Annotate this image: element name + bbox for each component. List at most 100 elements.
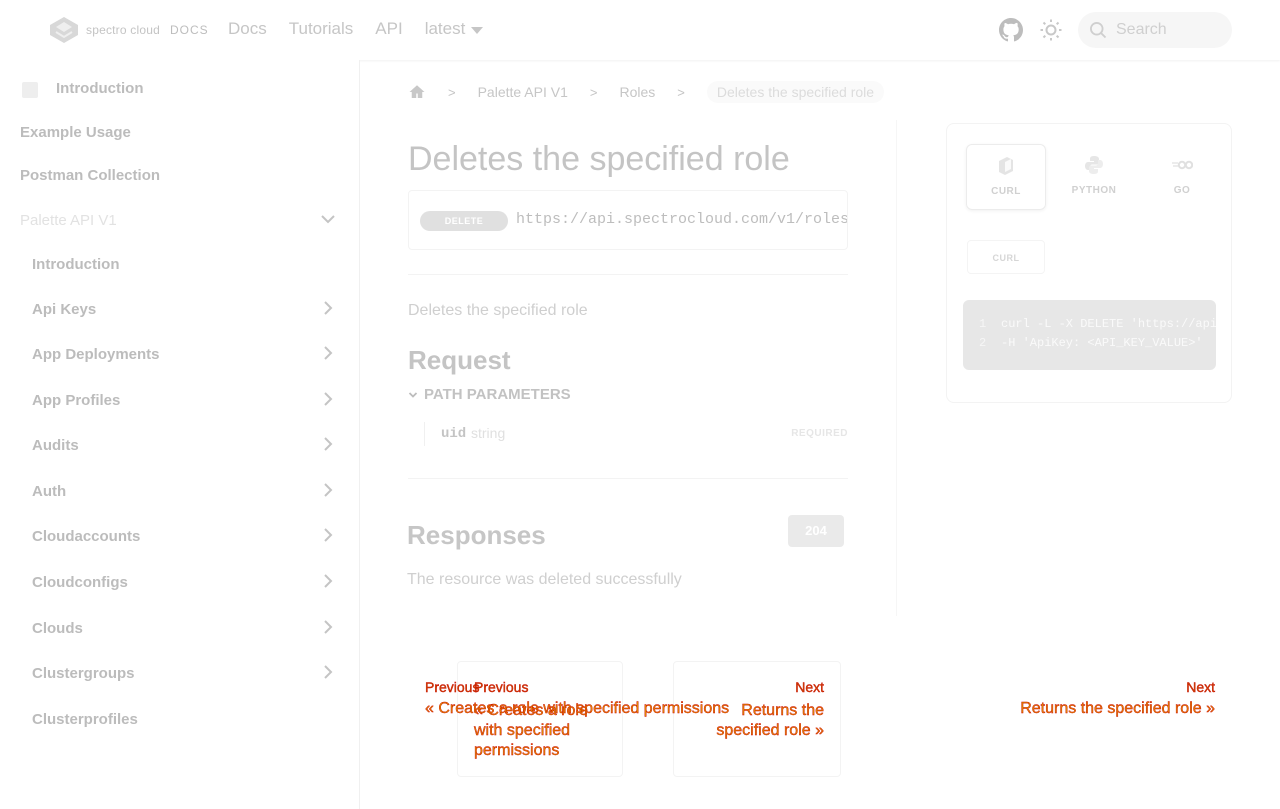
sidebar-item-label: Clouds <box>32 620 83 637</box>
parameter-required-badge: REQUIRED <box>791 428 848 439</box>
pagination-next-title: Returns the specified role » <box>1020 700 1215 717</box>
chevron-right-icon[interactable] <box>318 617 338 637</box>
lang-tab-curl[interactable]: CURL <box>966 144 1046 210</box>
breadcrumb-separator-icon: > <box>448 84 456 100</box>
code-text: curl -L -X DELETE 'https://api.spectrocl… <box>1001 317 1216 331</box>
path-parameters-heading: PATH PARAMETERS <box>424 386 571 403</box>
logo-text: spectro cloud <box>86 23 160 37</box>
curl-icon <box>999 157 1013 175</box>
nav-links: Docs Tutorials API latest <box>228 19 484 39</box>
status-code-tab[interactable]: 204 <box>788 515 844 547</box>
version-dropdown[interactable]: latest <box>425 19 484 39</box>
sidebar-item-label: App Deployments <box>32 346 160 363</box>
code-variant-tab-curl[interactable]: CURL <box>967 240 1045 274</box>
line-number: 2 <box>979 336 987 350</box>
pagination-next-label: Next <box>1186 679 1215 695</box>
lang-tab-label: CURL <box>991 186 1021 197</box>
nav-link-tutorials[interactable]: Tutorials <box>289 19 354 39</box>
lang-tab-go[interactable]: GO <box>1142 144 1222 210</box>
pagination-card-previous[interactable]: Previous « Creates a role with specified… <box>457 661 623 777</box>
search-input[interactable] <box>1116 21 1226 39</box>
breadcrumb-item-roles[interactable]: Roles <box>619 84 655 100</box>
chevron-down-icon[interactable] <box>318 209 338 229</box>
endpoint-box: DELETE https://api.spectrocloud.com/v1/r… <box>408 190 848 250</box>
sidebar-item-label: Auth <box>32 483 67 500</box>
pagination-card-previous-label: Previous <box>474 679 529 695</box>
breadcrumb: > Palette API V1 > Roles > Deletes the s… <box>408 80 885 104</box>
top-navbar: spectro cloud DOCS Docs Tutorials API la… <box>0 0 1280 60</box>
responses-heading: Responses <box>407 520 546 550</box>
breadcrumb-current: Deletes the specified role <box>706 81 885 103</box>
chevron-right-icon[interactable] <box>318 480 338 500</box>
sidebar-item-label: Cloudaccounts <box>32 528 141 545</box>
theme-toggle-button[interactable] <box>1038 17 1064 43</box>
github-icon <box>999 18 1023 42</box>
sidebar-item-label: App Profiles <box>32 392 121 409</box>
parameter-row: uid string REQUIRED <box>424 422 848 446</box>
pagination-previous-title: « Creates a role with specified permissi… <box>425 700 730 717</box>
pagination-card-next[interactable]: Next Returns the specified role » <box>673 661 841 777</box>
path-parameters-toggle[interactable]: PATH PARAMETERS <box>408 386 571 403</box>
divider <box>408 274 848 275</box>
checkbox-icon <box>22 82 38 98</box>
nav-right <box>998 12 1232 48</box>
page-title: Deletes the specified role <box>408 140 790 178</box>
code-line: 1 curl -L -X DELETE 'https://api.spectroc… <box>963 317 1216 331</box>
line-number: 1 <box>979 317 987 331</box>
code-line: 2 -H 'ApiKey: <API_KEY_VALUE>' <box>963 336 1203 350</box>
github-button[interactable] <box>998 17 1024 43</box>
sun-icon <box>1040 19 1062 41</box>
home-icon[interactable] <box>408 83 426 101</box>
breadcrumb-separator-icon: > <box>589 84 598 100</box>
sidebar-item-label: Api Keys <box>32 301 97 318</box>
chevron-down-icon <box>408 391 418 398</box>
version-label: latest <box>424 19 466 38</box>
chevron-right-icon[interactable] <box>318 343 338 363</box>
logo-docs-label: DOCS <box>169 23 209 37</box>
sidebar-item-label: Cloudconfigs <box>32 574 128 591</box>
chevron-right-icon[interactable] <box>318 571 338 591</box>
nav-link-docs[interactable]: Docs <box>228 19 267 39</box>
chevron-right-icon[interactable] <box>318 525 338 545</box>
breadcrumb-separator-icon: > <box>677 84 685 100</box>
chevron-right-icon[interactable] <box>318 662 338 682</box>
column-divider <box>896 120 897 616</box>
sidebar-item-label: Clustergroups <box>32 665 135 682</box>
sidebar-item-label: Audits <box>32 437 79 454</box>
pagination-card-next-label: Next <box>795 679 824 695</box>
sidebar-item-label: Introduction <box>56 80 144 97</box>
code-samples-panel: CURL PYTHON GO CURL 1 curl -L -X DELETE '… <box>946 123 1232 403</box>
sidebar-item-label: Introduction <box>32 256 120 273</box>
go-icon <box>1172 160 1194 170</box>
python-icon <box>1085 156 1103 174</box>
sidebar-item-label: Postman Collection <box>20 167 161 184</box>
parameter-name: uid <box>441 426 467 442</box>
sidebar-item-label: Palette API V1 <box>20 212 117 229</box>
nav-link-api[interactable]: API <box>375 19 402 39</box>
caret-down-icon <box>471 27 484 34</box>
search-box[interactable] <box>1078 12 1232 48</box>
request-heading: Request <box>408 345 511 375</box>
parameter-type: string <box>471 425 506 441</box>
logo[interactable]: spectro cloud DOCS <box>48 15 209 45</box>
spectro-cloud-logo-icon <box>50 17 78 43</box>
pagination-previous-label: Previous <box>425 679 480 695</box>
chevron-right-icon[interactable] <box>318 434 338 454</box>
sidebar: Introduction Example Usage Postman Colle… <box>0 60 360 809</box>
search-icon <box>1090 22 1107 39</box>
chevron-right-icon[interactable] <box>318 389 338 409</box>
lang-tab-label: GO <box>1173 185 1191 196</box>
code-block: 1 curl -L -X DELETE 'https://api.spectroc… <box>963 300 1216 370</box>
endpoint-description: Deletes the specified role <box>408 302 588 319</box>
lang-tab-label: PYTHON <box>1071 185 1117 196</box>
sidebar-item-label: Example Usage <box>20 124 131 141</box>
method-badge: DELETE <box>420 211 508 231</box>
breadcrumb-item-palette-api-v1[interactable]: Palette API V1 <box>478 84 568 100</box>
response-description: The resource was deleted successfully <box>407 571 682 588</box>
sidebar-item-label: Clusterprofiles <box>32 711 138 728</box>
endpoint-url: https://api.spectrocloud.com/v1/roles/:u… <box>516 211 847 228</box>
chevron-right-icon[interactable] <box>318 298 338 318</box>
lang-tab-python[interactable]: PYTHON <box>1054 144 1134 210</box>
divider <box>408 478 848 479</box>
code-text: -H 'ApiKey: <API_KEY_VALUE>' <box>1001 336 1203 350</box>
